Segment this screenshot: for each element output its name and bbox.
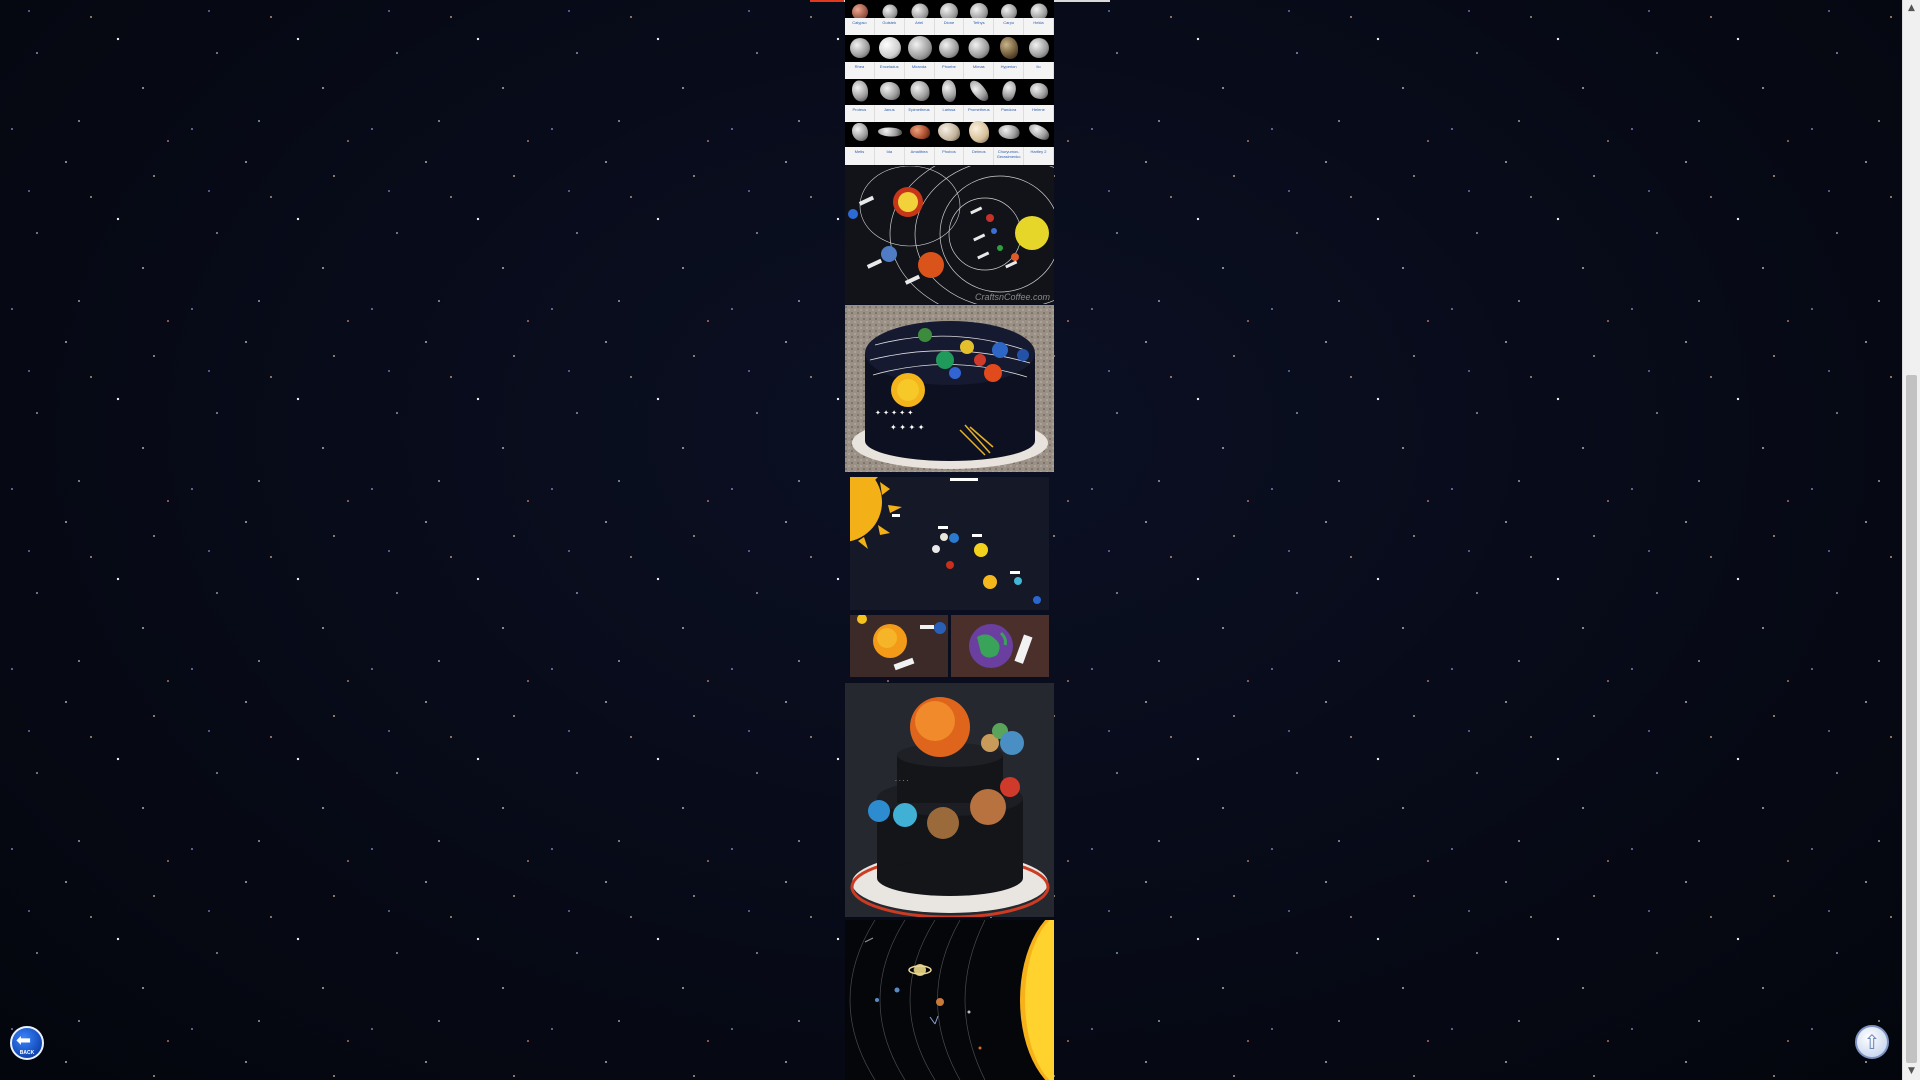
moon-label: Phobos xyxy=(935,147,965,165)
moon-thumbnail xyxy=(935,79,965,102)
planet-tier-cake-image[interactable]: · · · · xyxy=(845,683,1054,917)
moon-thumbnail xyxy=(994,78,1024,103)
moon-label: Calypso xyxy=(845,18,875,35)
moon-label: Metis xyxy=(845,147,875,165)
moon-thumbnail xyxy=(964,77,994,104)
moon-label-row: Rhea Enceladus Miranda Phoebe Mimas Hype… xyxy=(845,62,1054,79)
cake-one-graphic: ✦ ✦ ✦ ✦ ✦ ✦ ✦ ✦ ✦ xyxy=(845,305,1054,472)
svg-text:✦ ✦ ✦ ✦ ✦: ✦ ✦ ✦ ✦ ✦ xyxy=(875,409,913,417)
moon-label: Hekla xyxy=(1024,18,1054,35)
moon-thumbnail xyxy=(875,120,905,143)
moon-label: Miranda xyxy=(905,62,935,79)
top-divider-accent xyxy=(810,0,844,2)
moon-label: Gutstek xyxy=(875,18,905,35)
scroll-to-top-button[interactable]: ⇧ xyxy=(1855,1025,1889,1059)
moon-thumbnail xyxy=(875,79,905,102)
scrollbar-thumb[interactable] xyxy=(1906,375,1917,1063)
watermark-text: CraftsnCoffee.com xyxy=(974,292,1050,302)
moon-thumbnail xyxy=(994,120,1024,143)
moon-label: Hartley 2 xyxy=(1024,147,1054,165)
wall-model-graphic xyxy=(850,477,1049,610)
moon-label: Hyperion xyxy=(994,62,1025,79)
cake-two-graphic: · · · · xyxy=(845,683,1054,917)
moon-thumbnail xyxy=(964,36,994,59)
solar-system-diagram-image[interactable] xyxy=(845,920,1054,1080)
moon-thumbnail xyxy=(935,36,965,59)
moon-thumbnail xyxy=(1024,79,1054,102)
back-button-label: BACK xyxy=(19,1050,35,1056)
moon-label-row: Metis Ida Amalthea Phobos Deimos Churyum… xyxy=(845,147,1054,165)
moon-thumbnail xyxy=(875,36,905,59)
scroll-up-arrow-icon[interactable]: ▲ xyxy=(1903,0,1920,17)
moon-label: Mimas xyxy=(964,62,995,79)
moon-thumbnail xyxy=(905,35,935,60)
moon-chart-image[interactable]: Calypso Gutstek Ariel Dione Tethys Carpo… xyxy=(845,0,1054,165)
moon-label: Rhea xyxy=(845,62,875,79)
moon-row xyxy=(845,120,1054,147)
detail-right-graphic xyxy=(951,615,1049,677)
moon-label-row: Calypso Gutstek Ariel Dione Tethys Carpo… xyxy=(845,18,1054,35)
moon-thumbnail xyxy=(994,36,1024,59)
moon-label: Ida xyxy=(875,147,905,165)
moon-label: Ilo xyxy=(1024,62,1054,79)
moon-thumbnail xyxy=(845,36,875,59)
moon-row xyxy=(845,77,1054,105)
moon-thumbnail xyxy=(905,79,935,102)
moon-label: Enceladus xyxy=(875,62,905,79)
moon-label: Deimos xyxy=(964,147,995,165)
moon-thumbnail xyxy=(935,120,965,143)
vertical-scrollbar[interactable]: ▲ ▼ xyxy=(1902,0,1920,1080)
orbits-model-graphic xyxy=(845,166,1054,304)
up-arrow-icon: ⇧ xyxy=(1863,1030,1881,1054)
svg-text:· · · ·: · · · · xyxy=(895,778,908,785)
scroll-down-arrow-icon[interactable]: ▼ xyxy=(1903,1063,1920,1080)
back-button[interactable]: ⬅ BACK xyxy=(10,1026,44,1060)
detail-left-graphic xyxy=(850,615,948,677)
moon-label: Phoebe xyxy=(935,62,965,79)
moon-thumbnail xyxy=(845,120,875,143)
planet-detail-image[interactable] xyxy=(850,615,948,677)
moon-thumbnail xyxy=(1024,120,1054,143)
orbits-model-image[interactable]: CraftsnCoffee.com xyxy=(845,166,1054,304)
moon-thumbnail xyxy=(845,79,875,102)
earth-detail-image[interactable] xyxy=(951,615,1049,677)
moon-label: Tethys xyxy=(964,18,995,35)
moon-row xyxy=(845,35,1054,62)
moon-thumbnail xyxy=(964,120,994,143)
moon-thumbnail xyxy=(1024,36,1054,59)
moon-label: Carpo xyxy=(994,18,1025,35)
solar-system-cake-image[interactable]: ✦ ✦ ✦ ✦ ✦ ✦ ✦ ✦ ✦ xyxy=(845,305,1054,472)
back-arrow-icon: ⬅ xyxy=(16,1030,32,1051)
moon-thumbnail xyxy=(905,120,935,143)
moon-row xyxy=(845,0,1054,21)
moon-label: Churyumov-Gerasimenko xyxy=(994,147,1025,165)
sun-diagram-graphic xyxy=(845,920,1054,1080)
svg-text:✦ ✦ ✦ ✦: ✦ ✦ ✦ ✦ xyxy=(890,423,925,432)
moon-label: Amalthea xyxy=(905,147,935,165)
moon-label: Ariel xyxy=(905,18,935,35)
moon-label: Dione xyxy=(935,18,965,35)
wall-model-image[interactable] xyxy=(850,477,1049,610)
